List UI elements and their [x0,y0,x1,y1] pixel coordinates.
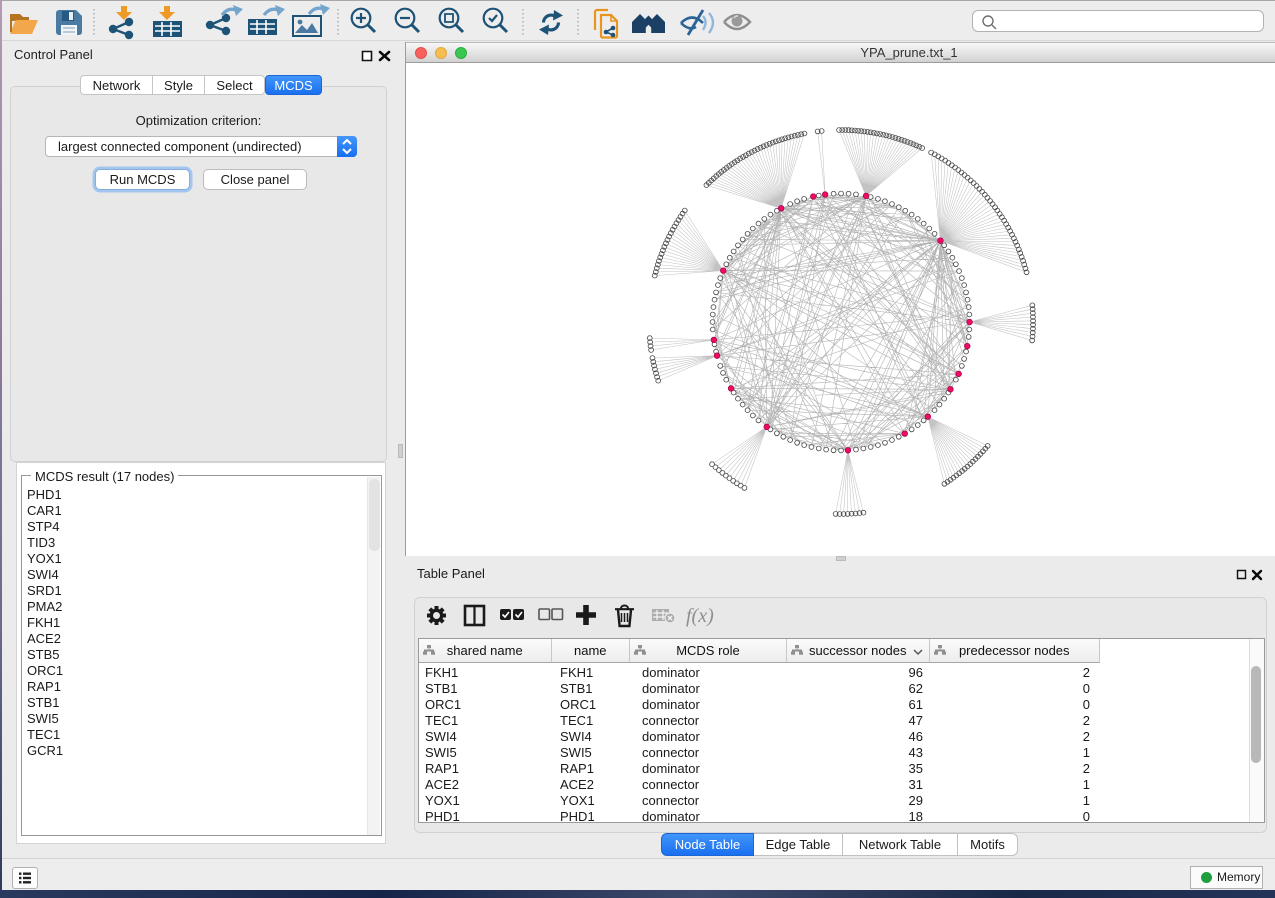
svg-text:f(x): f(x) [686,605,714,627]
